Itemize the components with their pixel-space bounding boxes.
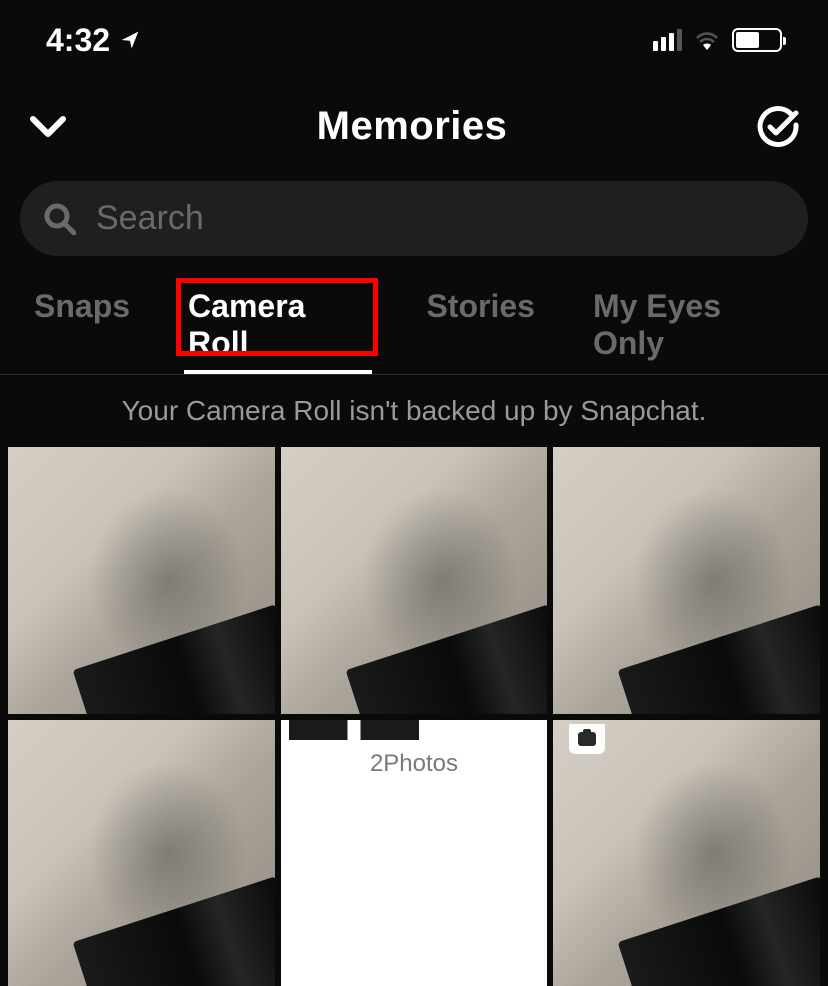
tab-snaps[interactable]: Snaps <box>30 276 134 374</box>
camera-badge-icon <box>569 724 605 754</box>
search-input[interactable] <box>96 199 784 238</box>
photo-thumbnail[interactable] <box>8 720 275 986</box>
page-title: Memories <box>317 104 508 149</box>
photo-thumbnail[interactable]: 2Photos <box>281 720 548 986</box>
photo-thumbnail[interactable] <box>8 447 275 714</box>
battery-icon <box>732 28 782 52</box>
search-icon <box>44 203 76 235</box>
location-icon <box>120 30 140 50</box>
select-icon[interactable] <box>756 105 800 149</box>
status-right <box>653 28 782 52</box>
thumb-label: 2Photos <box>370 750 458 778</box>
header: Memories <box>0 80 828 173</box>
tabs: Snaps Camera Roll Stories My Eyes Only <box>0 276 828 375</box>
search-bar[interactable] <box>20 181 808 256</box>
tab-my-eyes-only[interactable]: My Eyes Only <box>589 276 798 374</box>
wifi-icon <box>694 30 720 50</box>
tab-stories[interactable]: Stories <box>422 276 538 374</box>
status-left: 4:32 <box>46 22 140 59</box>
status-bar: 4:32 <box>0 0 828 80</box>
status-time: 4:32 <box>46 22 110 59</box>
photo-thumbnail[interactable] <box>553 447 820 714</box>
photo-thumbnail[interactable] <box>281 447 548 714</box>
tab-camera-roll[interactable]: Camera Roll <box>184 276 372 374</box>
chevron-down-icon[interactable] <box>28 114 68 140</box>
photo-grid: 2Photos <box>0 447 828 986</box>
photo-thumbnail[interactable] <box>553 720 820 986</box>
backup-notice: Your Camera Roll isn't backed up by Snap… <box>0 375 828 447</box>
signal-icon <box>653 29 682 51</box>
